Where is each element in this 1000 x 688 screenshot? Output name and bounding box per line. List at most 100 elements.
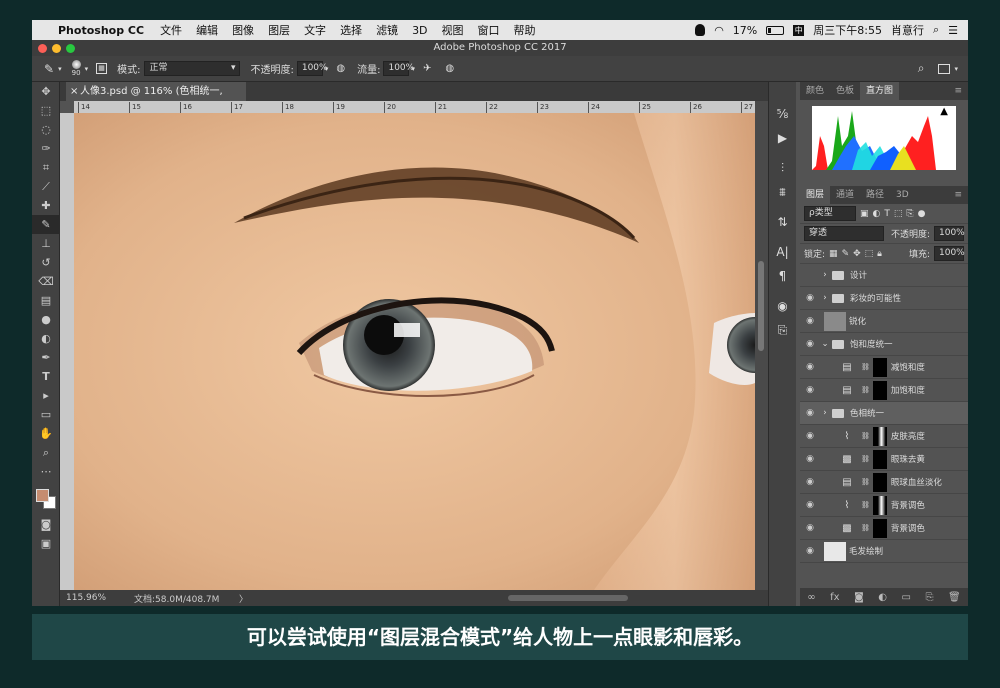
new-layer-icon[interactable]: ⎘ [926, 592, 934, 603]
more-tools-icon[interactable]: ⋯ [32, 462, 60, 481]
lock-paint-icon[interactable]: ✎ [842, 249, 850, 259]
layer-thumbnail[interactable] [824, 311, 846, 331]
menu-view[interactable]: 视图 [442, 22, 464, 38]
mask-link-icon[interactable]: ⛓︎ [861, 501, 870, 509]
user-name[interactable]: 肖意行 [891, 22, 924, 38]
pressure-opacity-icon[interactable]: ◍ [336, 63, 345, 74]
layer-row[interactable]: ◉ ⌄ 饱和度统一 [800, 333, 968, 356]
chevron-down-icon[interactable]: ▾ [325, 65, 329, 73]
menu-select[interactable]: 选择 [340, 22, 362, 38]
lock-pixels-icon[interactable]: ▦ [829, 249, 838, 259]
paragraph-icon[interactable]: ¶ [769, 264, 796, 288]
visibility-eye-icon[interactable]: ◉ [800, 477, 820, 487]
panel-menu-icon[interactable]: ≡ [948, 186, 968, 204]
healing-brush-tool-icon[interactable]: ✚ [32, 196, 60, 215]
layer-mask-thumbnail[interactable] [872, 449, 887, 469]
mask-link-icon[interactable]: ⛓︎ [861, 524, 870, 532]
warning-icon[interactable]: ▲ [940, 106, 948, 117]
filter-toggle-icon[interactable]: ● [918, 209, 926, 219]
group-toggle-icon[interactable]: ⌄ [820, 339, 830, 349]
path-select-tool-icon[interactable]: ▸ [32, 386, 60, 405]
visibility-eye-icon[interactable]: ◉ [800, 293, 820, 303]
vertical-ruler[interactable] [60, 113, 74, 590]
layer-mask-thumbnail[interactable] [872, 518, 887, 538]
lock-all-icon[interactable]: 🔒︎ [877, 249, 882, 259]
chevron-down-icon[interactable]: ▾ [58, 65, 62, 73]
visibility-eye-icon[interactable]: ◉ [800, 339, 820, 349]
vertical-scrollbar[interactable] [755, 101, 768, 590]
visibility-eye-icon[interactable]: ◉ [800, 454, 820, 464]
color-swatches[interactable] [32, 481, 60, 515]
visibility-eye-icon[interactable]: ◉ [800, 316, 820, 326]
delete-layer-icon[interactable]: 🗑︎ [948, 592, 961, 603]
gradient-tool-icon[interactable]: ▤ [32, 291, 60, 310]
scroll-thumb[interactable] [758, 261, 764, 351]
clone-source-icon[interactable]: ⎘ [769, 318, 796, 342]
tab-paths[interactable]: 路径 [860, 186, 890, 204]
add-mask-icon[interactable]: ◙ [854, 592, 864, 603]
foreground-color[interactable] [36, 489, 49, 502]
tab-3d[interactable]: 3D [890, 186, 915, 204]
group-toggle-icon[interactable]: › [820, 408, 830, 418]
lasso-tool-icon[interactable]: ◌ [32, 120, 60, 139]
app-menu[interactable]: Photoshop CC [58, 24, 144, 37]
move-tool-icon[interactable]: ✥ [32, 82, 60, 101]
mode-select[interactable]: 正常 ▾ [144, 61, 241, 76]
notification-icon[interactable]: ☰ [948, 24, 958, 37]
visibility-eye-icon[interactable]: ◉ [800, 431, 820, 441]
properties-icon[interactable]: ⩩ [769, 180, 796, 204]
menu-3d[interactable]: 3D [412, 24, 427, 37]
history-icon[interactable]: ⅝ [769, 102, 796, 126]
filter-type-icon[interactable]: T [884, 209, 890, 219]
tab-layers[interactable]: 图层 [800, 186, 831, 204]
mask-link-icon[interactable]: ⛓︎ [861, 455, 870, 463]
chevron-down-icon[interactable]: ▾ [954, 65, 958, 73]
canvas[interactable] [74, 113, 755, 590]
new-group-icon[interactable]: ▭ [902, 592, 911, 603]
lock-position-icon[interactable]: ✥ [853, 249, 861, 259]
fill-input[interactable]: 100% [934, 246, 965, 261]
layer-row[interactable]: › 设计 [800, 264, 968, 287]
layer-opacity-input[interactable]: 100% [934, 226, 965, 241]
menu-edit[interactable]: 编辑 [196, 22, 218, 38]
adjustments-icon[interactable]: ⫶ [769, 156, 796, 180]
zoom-window-button[interactable] [66, 44, 75, 53]
quick-mask-icon[interactable]: ◙ [32, 515, 60, 534]
tab-color[interactable]: 颜色 [800, 82, 830, 100]
visibility-eye-icon[interactable]: ◉ [800, 385, 820, 395]
menu-type[interactable]: 文字 [304, 22, 326, 38]
eraser-tool-icon[interactable]: ⌫ [32, 272, 60, 291]
quick-select-tool-icon[interactable]: ✑ [32, 139, 60, 158]
document-tab[interactable]: × 人像3.psd @ 116% (色相统一, RGB/8) * [66, 82, 246, 116]
eyedropper-tool-icon[interactable]: ⟋ [32, 177, 60, 196]
layer-row[interactable]: ◉ 锐化 [800, 310, 968, 333]
minimize-window-button[interactable] [52, 44, 61, 53]
type-tool-icon[interactable]: T [32, 367, 60, 386]
layer-filter-select[interactable]: ρ类型 [804, 206, 856, 221]
layer-row[interactable]: ◉ 毛发绘制 [800, 540, 968, 563]
airbrush-icon[interactable]: ✈ [423, 63, 431, 74]
horizontal-ruler[interactable]: 14 15 16 17 18 19 20 21 22 23 24 25 26 27 [74, 101, 755, 113]
battery-icon[interactable] [766, 25, 785, 35]
hue-saturation-icon[interactable]: ▩ [836, 450, 858, 469]
visibility-eye-icon[interactable]: ◉ [800, 500, 820, 510]
layer-row[interactable]: ◉ ⌇ ⛓︎ 皮肤亮度 [800, 425, 968, 448]
blend-mode-select[interactable]: 穿透 [804, 226, 884, 241]
hue-saturation-icon[interactable]: ▩ [836, 519, 858, 538]
menu-filter[interactable]: 滤镜 [376, 22, 398, 38]
visibility-eye-icon[interactable]: ◉ [800, 408, 820, 418]
layer-row[interactable]: ◉ ▤ ⛓︎ 加饱和度 [800, 379, 968, 402]
blur-tool-icon[interactable]: ● [32, 310, 60, 329]
layer-mask-thumbnail[interactable] [872, 495, 887, 515]
mask-link-icon[interactable]: ⛓︎ [861, 363, 870, 371]
clone-stamp-tool-icon[interactable]: ⊥ [32, 234, 60, 253]
qq-icon[interactable] [695, 24, 706, 36]
adjustment-layer-icon[interactable]: ▤ [836, 473, 858, 492]
filter-pixel-icon[interactable]: ▣ [860, 209, 869, 219]
adjustment-layer-icon[interactable]: ▤ [836, 358, 858, 377]
crop-tool-icon[interactable]: ⌗ [32, 158, 60, 177]
status-menu-icon[interactable]: 〉 [239, 592, 248, 605]
zoom-level[interactable]: 115.96% [60, 593, 120, 603]
menu-layer[interactable]: 图层 [268, 22, 290, 38]
marquee-tool-icon[interactable]: ⬚ [32, 101, 60, 120]
